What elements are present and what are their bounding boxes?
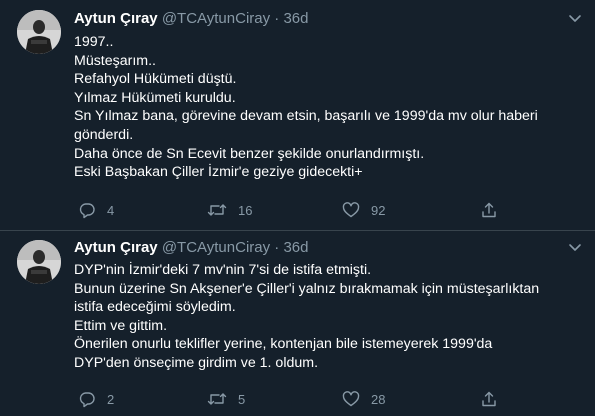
tweet-line: 1997.. bbox=[74, 34, 114, 50]
avatar[interactable] bbox=[17, 240, 61, 284]
tweet-actions: 2 5 28 bbox=[74, 389, 504, 409]
chevron-down-icon[interactable] bbox=[567, 239, 583, 255]
tweet-text: DYP'nin İzmir'deki 7 mv'nin 7'si de isti… bbox=[74, 261, 584, 373]
tweet-line: Önerilen onurlu teklifler yerine, konten… bbox=[74, 336, 493, 353]
author-name[interactable]: Aytun Çıray bbox=[74, 239, 158, 256]
avatar[interactable] bbox=[17, 10, 61, 54]
reply-icon bbox=[78, 390, 96, 408]
share-icon bbox=[480, 201, 498, 219]
author-handle[interactable]: @TCAytunCiray bbox=[162, 10, 270, 27]
tweet[interactable]: Aytun Çıray @TCAytunCiray · 36d 1997.. M… bbox=[0, 0, 595, 231]
heart-icon bbox=[342, 390, 360, 408]
tweet-text: 1997.. Müsteşarım.. Refahyol Hükümeti dü… bbox=[74, 33, 584, 182]
tweet-line: gönderdi. bbox=[74, 126, 134, 143]
retweet-icon bbox=[207, 201, 227, 219]
tweet-line: Daha önce de Sn Ecevit benzer şekilde on… bbox=[74, 145, 425, 162]
retweet-count: 5 bbox=[238, 391, 246, 407]
retweet-count: 16 bbox=[238, 202, 253, 218]
tweet[interactable]: Aytun Çıray @TCAytunCiray · 36d DYP'nin … bbox=[0, 231, 595, 416]
heart-icon bbox=[342, 201, 360, 219]
separator-dot: · bbox=[274, 239, 280, 256]
separator-dot: · bbox=[274, 10, 280, 27]
tweet-line: Müsteşarım.. bbox=[74, 52, 156, 69]
tweet-line: Ettim ve gittim. bbox=[74, 317, 168, 334]
retweet-button[interactable]: 5 bbox=[207, 389, 245, 409]
author-name[interactable]: Aytun Çıray bbox=[74, 10, 158, 27]
tweet-line: Eski Başbakan Çiller İzmir'e geziye gide… bbox=[74, 164, 363, 181]
tweet-line: Bunun üzerine Sn Akşener'e Çiller'i yaln… bbox=[74, 280, 540, 297]
tweet-line: DYP'den önseçime girdim ve 1. oldum. bbox=[74, 354, 319, 371]
tweet-line: istifa edeceğimi söyledim. bbox=[74, 299, 236, 316]
tweet-line: Yılmaz Hükümeti kuruldu. bbox=[74, 89, 236, 106]
reply-button[interactable]: 4 bbox=[78, 200, 114, 220]
tweet-age[interactable]: 36d bbox=[283, 239, 308, 256]
reply-count: 4 bbox=[107, 202, 115, 218]
share-button[interactable] bbox=[480, 389, 498, 409]
tweet-header: Aytun Çıray @TCAytunCiray · 36d bbox=[74, 238, 309, 258]
share-button[interactable] bbox=[480, 200, 498, 220]
share-icon bbox=[480, 390, 498, 408]
reply-button[interactable]: 2 bbox=[78, 389, 114, 409]
like-count: 28 bbox=[371, 391, 386, 407]
author-handle[interactable]: @TCAytunCiray bbox=[162, 239, 270, 256]
like-count: 92 bbox=[371, 202, 386, 218]
tweet-line: Refahyol Hükümeti düştü. bbox=[74, 71, 237, 88]
reply-icon bbox=[78, 201, 96, 219]
retweet-icon bbox=[207, 390, 227, 408]
reply-count: 2 bbox=[107, 391, 115, 407]
tweet-line: Sn Yılmaz bana, görevine devam etsin, ba… bbox=[74, 108, 538, 125]
retweet-button[interactable]: 16 bbox=[207, 200, 252, 220]
tweet-header: Aytun Çıray @TCAytunCiray · 36d bbox=[74, 9, 309, 29]
tweet-age[interactable]: 36d bbox=[283, 10, 308, 27]
tweet-line: DYP'nin İzmir'deki 7 mv'nin 7'si de isti… bbox=[74, 262, 372, 278]
chevron-down-icon[interactable] bbox=[567, 10, 583, 26]
tweet-actions: 4 16 92 bbox=[74, 200, 504, 220]
like-button[interactable]: 92 bbox=[342, 200, 385, 220]
like-button[interactable]: 28 bbox=[342, 389, 385, 409]
